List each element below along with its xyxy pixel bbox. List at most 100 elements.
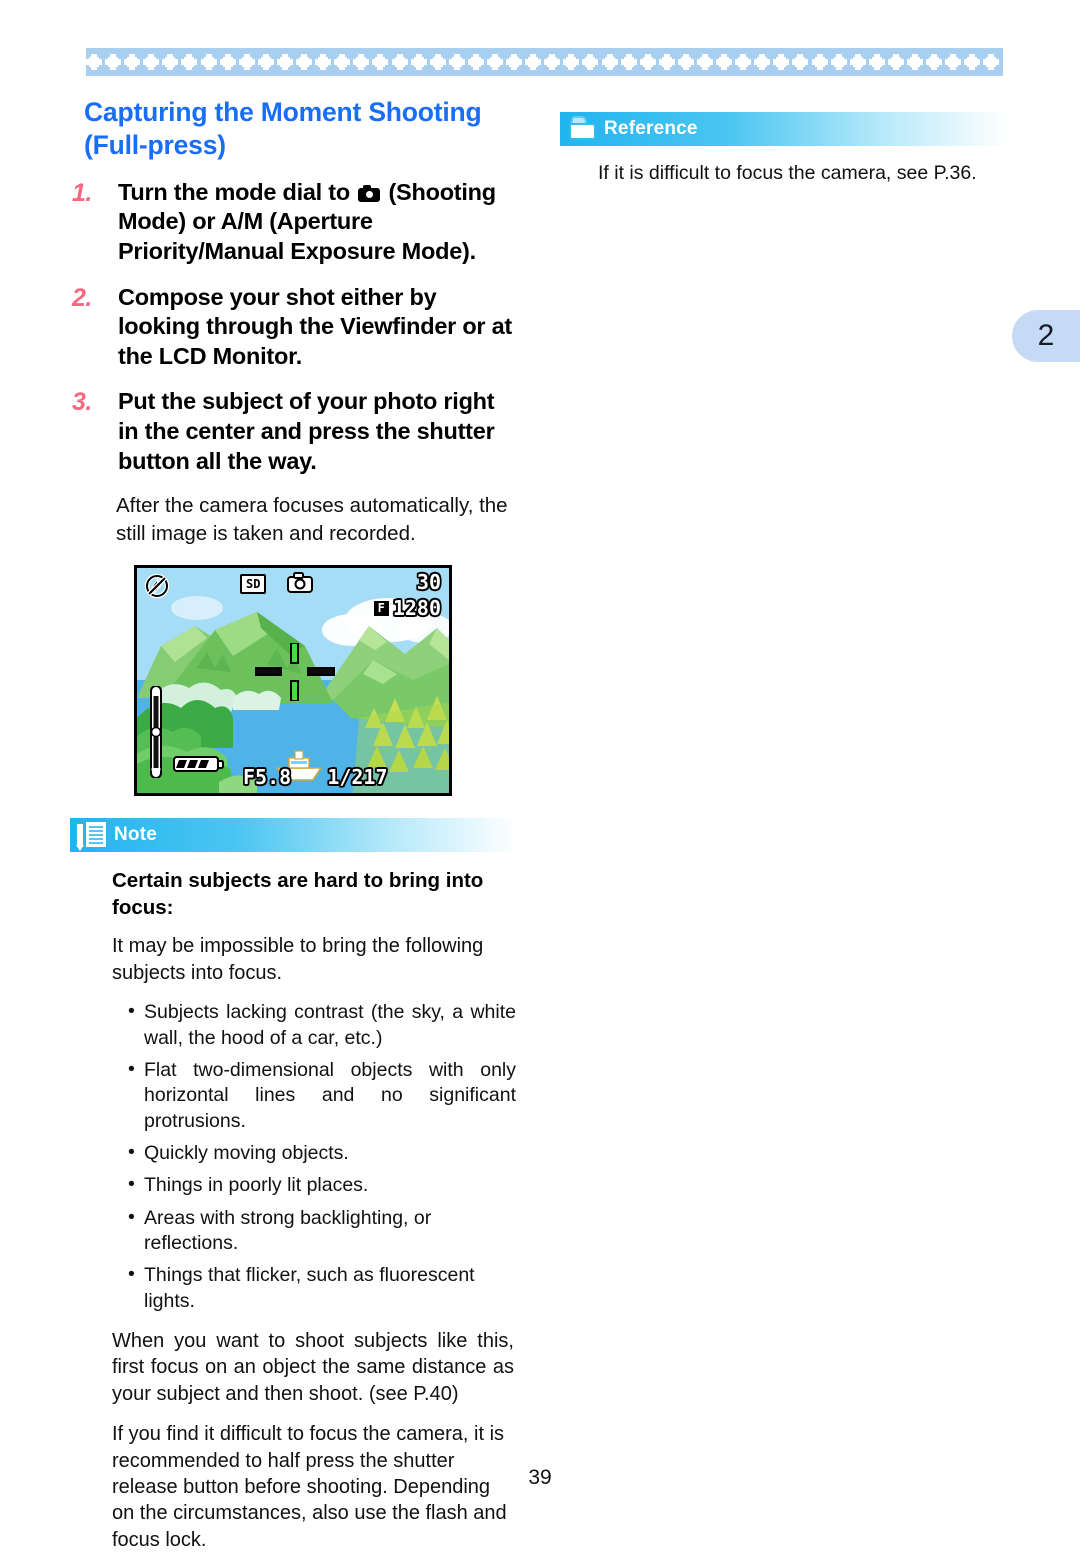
left-column: Capturing the Moment Shooting (Full-pres…: [70, 96, 520, 1567]
reference-box-text: If it is difficult to focus the camera, …: [598, 162, 977, 184]
header-motif: [467, 53, 487, 71]
aperture-value: F5.8: [243, 765, 292, 790]
note-bullet-item: Areas with strong backlighting, or refle…: [128, 1205, 516, 1257]
header-motif: [334, 53, 353, 71]
lcd-screen: SD 30 F 1280 T W F5.8 1/217: [134, 565, 452, 797]
shots-remaining: 30: [416, 570, 441, 595]
header-motif: [964, 53, 983, 71]
note-bullet-item: Subjects lacking contrast (the sky, a wh…: [128, 999, 516, 1051]
chapter-tab: 2: [1012, 310, 1080, 362]
header-motif: [181, 53, 200, 71]
note-bullet-item: Quickly moving objects.: [128, 1140, 516, 1166]
header-motif: [391, 53, 411, 71]
header-motif: [563, 53, 582, 71]
header-motif: [257, 53, 277, 71]
step-number-1: 1.: [72, 178, 92, 207]
header-motif: [238, 53, 258, 71]
svg-text:T: T: [153, 688, 160, 698]
header-motif: [945, 53, 964, 71]
header-motif: [983, 53, 1002, 71]
note-paragraph-1: When you want to shoot subjects like thi…: [112, 1329, 514, 1405]
header-motif: [639, 53, 659, 71]
page-number: 39: [528, 1466, 552, 1489]
svg-text:W: W: [151, 768, 161, 778]
camera-icon: [358, 184, 381, 202]
header-motif: [582, 53, 601, 71]
header-motif: [162, 53, 181, 71]
camera-mode-icon: [287, 572, 313, 594]
exposure-readout: F5.8 1/217: [243, 765, 388, 789]
reference-box-header: Reference: [560, 112, 1008, 146]
chapter-tab-number: 2: [1037, 319, 1055, 352]
step-item-3: 3. Put the subject of your photo right i…: [70, 387, 520, 476]
note-bullet-item: Things that flicker, such as fluorescent…: [128, 1262, 516, 1314]
flash-off-icon: [144, 573, 170, 599]
folder-icon: [564, 112, 602, 146]
note-bullet-list: Subjects lacking contrast (the sky, a wh…: [128, 999, 516, 1314]
reference-box: Reference If it is difficult to focus th…: [560, 112, 1010, 187]
step-1-text-before: Turn the mode dial to: [118, 178, 357, 205]
header-motif: [754, 53, 773, 71]
header-motif: [811, 53, 831, 71]
header-motif: [353, 53, 372, 71]
note-box-header: Note: [70, 818, 518, 853]
header-motif-row: [86, 48, 1003, 76]
header-motif: [105, 53, 124, 71]
step-text-2: Compose your shot either by looking thro…: [118, 283, 512, 369]
sd-card-label: SD: [246, 577, 261, 592]
header-motif: [276, 53, 296, 71]
lcd-monitor-illustration: SD 30 F 1280 T W F5.8 1/217: [134, 565, 452, 797]
header-motif: [849, 53, 869, 71]
header-motif: [868, 53, 888, 71]
header-motif: [601, 53, 621, 71]
header-motif: [296, 53, 315, 71]
note-subheading: Certain subjects are hard to bring into …: [112, 869, 484, 919]
header-motif: [315, 53, 334, 71]
header-motif: [124, 53, 143, 71]
reference-box-label: Reference: [604, 118, 698, 139]
header-motif: [887, 53, 907, 71]
header-motif: [143, 53, 162, 71]
header-motif: [697, 53, 716, 71]
header-motif: [219, 53, 239, 71]
decorative-header-band: [86, 48, 1003, 76]
page-title: Capturing the Moment Shooting (Full-pres…: [84, 97, 482, 160]
header-motif: [926, 53, 945, 71]
header-motif: [716, 53, 735, 71]
quality-badge: F: [372, 599, 390, 617]
focus-crosshair: [255, 643, 335, 702]
header-motif: [506, 53, 525, 71]
header-motif: [830, 53, 850, 71]
header-motif: [735, 53, 754, 71]
header-motif: [486, 53, 506, 71]
header-motif: [1002, 53, 1003, 71]
battery-full-icon: [173, 754, 225, 774]
header-motif: [658, 53, 678, 71]
sd-card-icon: SD: [240, 574, 267, 595]
note-bullet-item: Flat two-dimensional objects with only h…: [128, 1057, 516, 1134]
note-pencil-icon: [74, 818, 112, 852]
note-bullet-item: Things in poorly lit places.: [128, 1172, 516, 1198]
note-intro-paragraph: It may be impossible to bring the follow…: [112, 935, 484, 984]
header-motif: [372, 53, 391, 71]
header-motif: [525, 53, 544, 71]
header-motif: [200, 53, 220, 71]
image-size-group: F 1280: [372, 596, 441, 620]
right-column: Reference If it is difficult to focus th…: [560, 112, 1010, 187]
header-motif: [448, 53, 468, 71]
header-motif: [792, 53, 811, 71]
header-motif: [544, 53, 563, 71]
note-box: Note Certain subjects are hard to bring …: [70, 818, 520, 1553]
header-motif: [429, 53, 449, 71]
step-text-1: Turn the mode dial to (Shooting Mode) or…: [118, 178, 520, 267]
note-box-label: Note: [114, 824, 158, 846]
header-motif: [907, 53, 926, 71]
step-item-2: 2. Compose your shot either by looking t…: [70, 283, 520, 372]
step-number-2: 2.: [72, 283, 92, 312]
step-text-3: Put the subject of your photo right in t…: [118, 388, 495, 474]
header-motif: [86, 53, 105, 71]
header-motif: [677, 53, 697, 71]
header-motif: [410, 53, 430, 71]
step-item-1: 1. Turn the mode dial to (Shooting Mode)…: [70, 178, 520, 267]
step-number-3: 3.: [72, 388, 92, 417]
